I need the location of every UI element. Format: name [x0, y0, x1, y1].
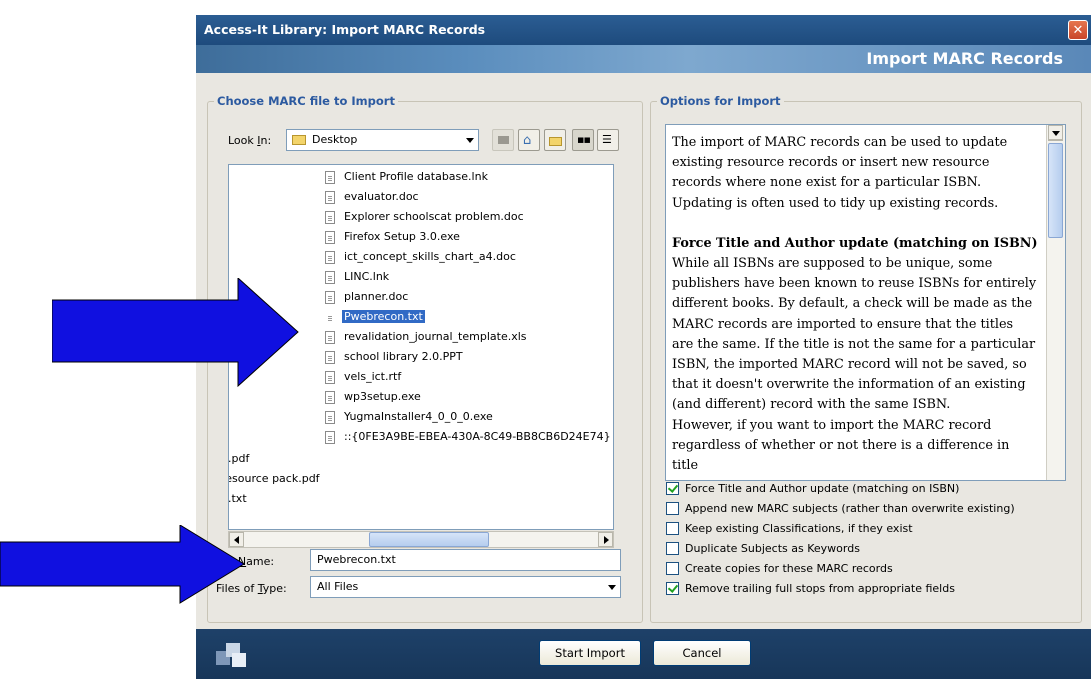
description-box[interactable]: The import of MARC records can be used t… — [665, 124, 1066, 481]
title-bar[interactable]: Access-It Library: Import MARC Records ✕ — [196, 15, 1091, 45]
details-view-icon: ☰ — [602, 133, 612, 146]
annotation-arrow-right-icon — [52, 278, 299, 388]
document-icon — [325, 211, 335, 224]
document-icon — [325, 171, 335, 184]
look-in-dropdown[interactable]: Desktop — [286, 129, 479, 151]
details-view-button[interactable]: ☰ — [597, 129, 619, 151]
checkbox[interactable] — [666, 582, 679, 595]
description-paragraph: However, if you want to import the MARC … — [672, 417, 1010, 474]
checkbox[interactable] — [666, 502, 679, 515]
list-item[interactable]: resource pack.pdf — [229, 472, 320, 485]
document-icon — [325, 251, 335, 264]
arrow-right-icon — [604, 536, 609, 544]
file-name-value: Pwebrecon.txt — [317, 553, 396, 566]
description-text: The import of MARC records can be used t… — [672, 133, 1038, 476]
scroll-down-button[interactable] — [1048, 125, 1063, 140]
chevron-down-icon — [608, 585, 616, 590]
window-title: Access-It Library: Import MARC Records — [204, 22, 486, 37]
banner-title: Import MARC Records — [866, 49, 1063, 68]
list-view-icon: ▪▪ — [577, 133, 591, 146]
look-in-label: Look In: — [228, 134, 272, 147]
home-icon: ⌂ — [523, 133, 532, 148]
chevron-down-icon — [466, 138, 474, 143]
header-banner: Import MARC Records — [196, 45, 1091, 73]
list-view-button[interactable]: ▪▪ — [572, 129, 594, 151]
document-icon — [325, 411, 335, 424]
import-dialog: Access-It Library: Import MARC Records ✕… — [196, 15, 1091, 679]
document-icon — [325, 311, 335, 324]
checkbox[interactable] — [666, 522, 679, 535]
document-icon — [325, 331, 335, 344]
new-folder-icon — [549, 137, 562, 146]
app-logo-icon — [216, 643, 250, 669]
document-icon — [325, 271, 335, 284]
document-icon — [325, 391, 335, 404]
list-item[interactable]: 4.pdf — [229, 452, 249, 465]
scroll-right-button[interactable] — [598, 532, 613, 547]
cancel-button[interactable]: Cancel — [653, 640, 751, 666]
document-icon — [325, 431, 335, 444]
up-folder-button[interactable] — [492, 129, 514, 151]
document-icon — [325, 291, 335, 304]
up-folder-icon — [498, 136, 509, 144]
document-icon — [325, 191, 335, 204]
choose-file-legend: Choose MARC file to Import — [217, 94, 395, 108]
scroll-thumb[interactable] — [369, 532, 489, 547]
start-import-button[interactable]: Start Import — [539, 640, 641, 666]
close-button[interactable]: ✕ — [1068, 20, 1088, 40]
bottom-bar: Start Import Cancel — [196, 629, 1091, 679]
document-icon — [325, 371, 335, 384]
document-icon — [325, 351, 335, 364]
description-heading: Force Title and Author update (matching … — [672, 235, 1038, 251]
vertical-scrollbar[interactable] — [1046, 125, 1065, 480]
list-item[interactable]: 3.txt — [229, 492, 247, 505]
file-name-input[interactable]: Pwebrecon.txt — [310, 549, 621, 571]
folder-icon — [292, 135, 306, 145]
arrow-down-icon — [1052, 131, 1060, 136]
checkbox[interactable] — [666, 562, 679, 575]
new-folder-button[interactable] — [544, 129, 566, 151]
horizontal-scrollbar[interactable] — [228, 531, 614, 548]
options-legend: Options for Import — [660, 94, 781, 108]
file-type-dropdown[interactable]: All Files — [310, 576, 621, 598]
description-paragraph: The import of MARC records can be used t… — [672, 135, 1008, 211]
document-icon — [325, 231, 335, 244]
file-type-value: All Files — [317, 580, 359, 593]
description-paragraph: While all ISBNs are supposed to be uniqu… — [672, 256, 1037, 413]
scroll-thumb[interactable] — [1048, 143, 1063, 238]
home-button[interactable]: ⌂ — [518, 129, 540, 151]
checkbox[interactable] — [666, 542, 679, 555]
annotation-arrow-right-icon — [0, 525, 245, 604]
look-in-value: Desktop — [312, 133, 358, 146]
checkbox[interactable] — [666, 482, 679, 495]
